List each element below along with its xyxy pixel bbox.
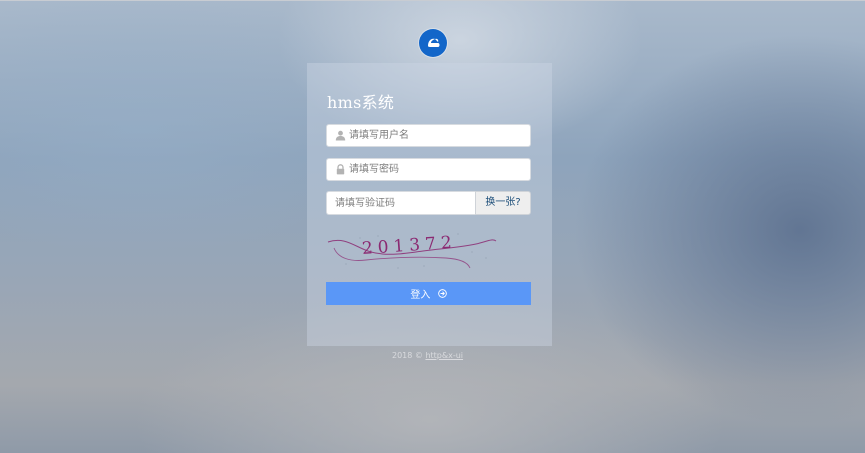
login-button[interactable]: 登入: [326, 282, 531, 305]
user-icon: [335, 130, 346, 141]
arrow-right-circle-icon: [437, 289, 447, 298]
login-panel: hms系统 换一张? 201372: [307, 63, 552, 346]
captcha-image[interactable]: 201372: [326, 228, 498, 272]
username-input[interactable]: [349, 125, 524, 146]
password-input[interactable]: [349, 159, 524, 180]
captcha-row: 换一张?: [326, 191, 531, 215]
app-title: hms系统: [327, 93, 395, 112]
top-divider: [0, 0, 865, 1]
password-field[interactable]: [326, 158, 531, 181]
footer: 2018 © http&x-ui: [392, 351, 472, 360]
login-button-label: 登入: [410, 290, 431, 301]
refresh-captcha-button[interactable]: 换一张?: [475, 191, 531, 215]
logo-icon: [419, 29, 447, 57]
captcha-input[interactable]: [326, 191, 476, 215]
copyright-text: 2018 ©: [392, 351, 423, 360]
username-field[interactable]: [326, 124, 531, 147]
footer-link[interactable]: http&x-ui: [425, 351, 463, 360]
captcha-text: 201372: [361, 232, 457, 259]
lock-icon: [336, 164, 345, 175]
